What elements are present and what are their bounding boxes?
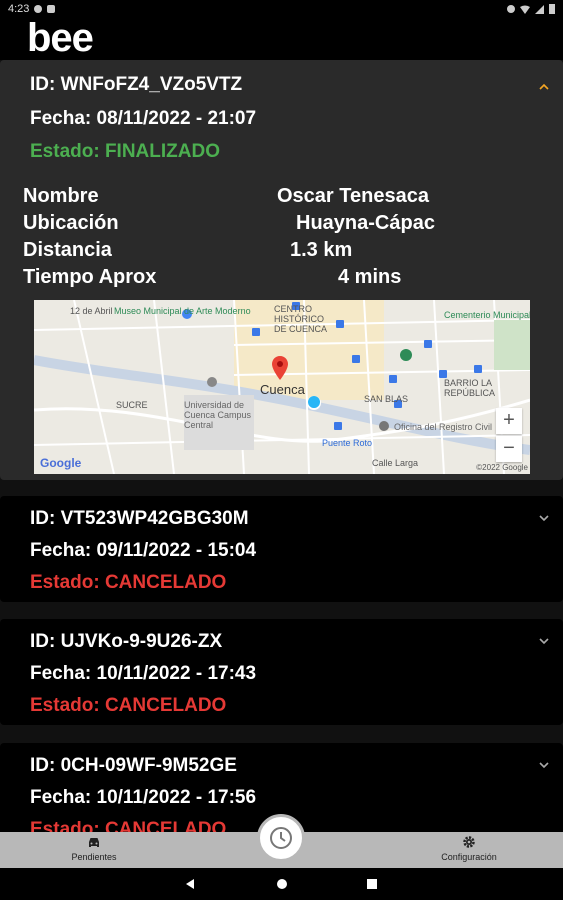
detail-distancia-label: Distancia [23, 239, 112, 261]
nav-configuracion-label: Configuración [441, 852, 497, 862]
map-label-12-de-abril: 12 de Abril [70, 306, 113, 316]
order-card[interactable]: ID: VT523WP42GBG30M Fecha: 09/11/2022 - … [0, 496, 563, 602]
map-label-registro: Oficina del Registro Civil [394, 422, 493, 432]
map-label-museo: Museo Municipal de Arte Moderno [114, 306, 251, 316]
app-logo: bee [27, 16, 94, 60]
nav-configuracion[interactable]: Configuración [424, 834, 514, 862]
detail-tiempo-value: 4 mins [338, 266, 402, 288]
map-label-centro: CENTRO HISTÓRICO DE CUENCA [274, 304, 328, 334]
map-label-cuenca: Cuenca [260, 382, 305, 397]
map-label-cementerio: Cementerio Municipal [444, 310, 530, 320]
gear-icon [463, 836, 475, 848]
notification-icon [34, 5, 43, 13]
map-marker-icon[interactable] [272, 356, 288, 380]
order-fecha: Fecha: 09/11/2022 - 15:04 [30, 540, 257, 561]
car-icon [89, 838, 99, 847]
detail-distancia-value: 1.3 km [290, 239, 353, 261]
app-header: bee [0, 18, 563, 60]
detail-tiempo-label: Tiempo Aprox [23, 266, 157, 288]
chevron-up-icon[interactable] [539, 82, 549, 92]
signal-icon [535, 4, 544, 14]
order-fecha: Fecha: 10/11/2022 - 17:56 [30, 787, 257, 808]
order-id: ID: UJVKo-9-9U26-ZX [30, 631, 223, 652]
chevron-down-icon[interactable] [539, 636, 549, 646]
history-button[interactable] [257, 814, 305, 862]
detail-nombre-label: Nombre [23, 185, 99, 207]
back-icon[interactable] [184, 878, 196, 890]
nav-pendientes-label: Pendientes [71, 852, 117, 862]
detail-ubicacion-label: Ubicación [23, 212, 119, 234]
detail-nombre-value: Oscar Tenesaca [277, 185, 429, 207]
order-fecha: Fecha: 10/11/2022 - 17:43 [30, 663, 257, 684]
order-id: ID: 0CH-09WF-9M52GE [30, 755, 237, 776]
map-label-sucre: SUCRE [116, 400, 148, 410]
route-map[interactable]: Museo Municipal de Arte Moderno CENTRO H… [34, 300, 530, 474]
detail-ubicacion-value: Huayna-Cápac [296, 212, 435, 234]
order-card[interactable]: ID: WNFoFZ4_VZo5VTZ Fecha: 08/11/2022 - … [0, 60, 563, 480]
order-card[interactable]: ID: UJVKo-9-9U26-ZX Fecha: 10/11/2022 - … [0, 619, 563, 725]
location-icon [507, 5, 515, 13]
chevron-down-icon[interactable] [539, 760, 549, 770]
home-icon[interactable] [276, 878, 288, 890]
status-time: 4:23 [8, 3, 30, 15]
google-logo: Google [40, 456, 82, 470]
map-copyright: ©2022 Google [476, 463, 528, 472]
order-estado: Estado: FINALIZADO [30, 141, 220, 162]
clock-icon [270, 827, 292, 849]
map-label-calle-larga: Calle Larga [372, 458, 419, 468]
order-fecha: Fecha: 08/11/2022 - 21:07 [30, 108, 257, 129]
system-navigation-bar [0, 868, 563, 900]
nav-pendientes[interactable]: Pendientes [49, 834, 139, 862]
recents-icon[interactable] [366, 878, 378, 890]
map-label-barrio: BARRIO LA REPÚBLICA [444, 378, 496, 398]
order-estado: Estado: CANCELADO [30, 695, 227, 716]
order-id: ID: WNFoFZ4_VZo5VTZ [30, 74, 243, 95]
zoom-out-button[interactable]: − [496, 436, 522, 462]
map-label-universidad: Universidad de Cuenca Campus Central [184, 400, 252, 430]
chevron-down-icon[interactable] [539, 513, 549, 523]
map-label-san-blas: SAN BLAS [364, 394, 409, 404]
sim-icon [47, 5, 56, 13]
zoom-in-button[interactable]: + [496, 408, 522, 434]
order-estado: Estado: CANCELADO [30, 572, 227, 593]
battery-icon [549, 4, 555, 14]
map-label-puente: Puente Roto [322, 438, 373, 448]
order-estado: Estado: CANCELADO [30, 819, 227, 832]
order-id: ID: VT523WP42GBG30M [30, 508, 249, 529]
wifi-icon [520, 5, 530, 14]
orders-list[interactable]: ID: WNFoFZ4_VZo5VTZ Fecha: 08/11/2022 - … [0, 60, 563, 832]
